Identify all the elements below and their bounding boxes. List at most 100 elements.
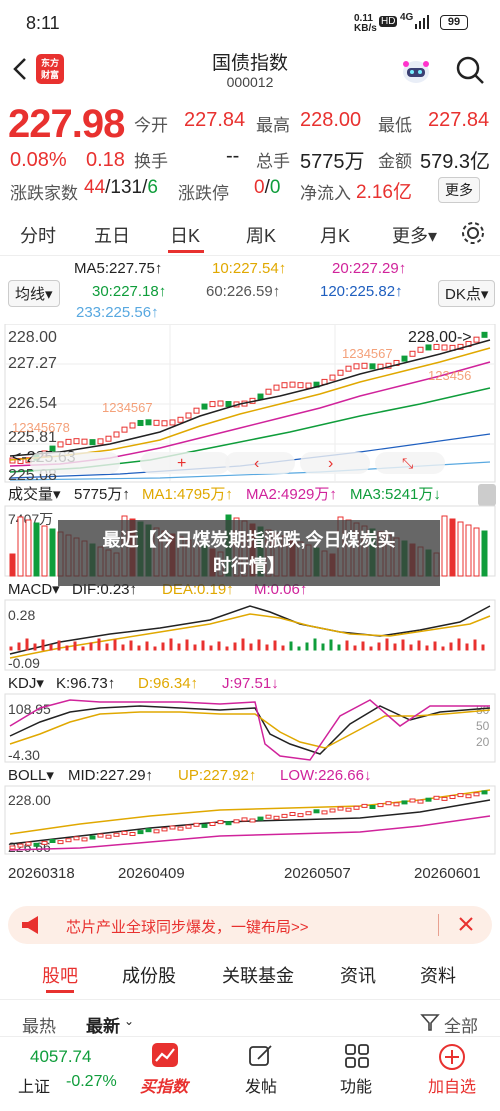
more-button[interactable]: 更多: [438, 177, 480, 203]
date-label: 20260409: [118, 865, 185, 882]
volume-select[interactable]: 成交量▾: [8, 485, 61, 503]
candle: [345, 365, 352, 372]
kdj-ref-50: 50: [476, 719, 490, 733]
tab-intraday[interactable]: 分时: [20, 222, 56, 248]
collapse-side-button[interactable]: [478, 484, 496, 506]
fullscreen-icon[interactable]: ⤡: [402, 455, 413, 471]
candle: [121, 426, 128, 433]
settings-gear-icon[interactable]: [460, 220, 486, 246]
filter-hot[interactable]: 最热: [22, 1012, 56, 1037]
tab-constituents[interactable]: 成份股: [122, 962, 176, 988]
macd-bar: [289, 641, 293, 651]
boll-candle: [217, 820, 224, 825]
boll-candle: [97, 833, 104, 838]
macd-bar: [33, 643, 37, 651]
tab-five-day[interactable]: 五日: [94, 222, 130, 248]
macd-bar: [345, 640, 349, 651]
tab-profile[interactable]: 资料: [420, 962, 456, 988]
post-button[interactable]: 发帖: [245, 1073, 277, 1097]
megaphone-icon: [20, 915, 46, 935]
chart-tool-button[interactable]: [300, 452, 370, 474]
filter-all[interactable]: 全部: [444, 1012, 478, 1037]
candle: [361, 362, 368, 369]
boll-candle: [305, 811, 312, 816]
limit-up: 0: [254, 177, 265, 198]
zoom-in-icon[interactable]: +: [177, 455, 186, 472]
macd-bar: [473, 639, 477, 651]
robot-assistant-icon[interactable]: [398, 52, 434, 88]
change-value: 0.18: [86, 149, 125, 171]
promo-banner[interactable]: 芯片产业全球同步爆发，一键布局>>: [8, 906, 492, 944]
grid-menu-icon[interactable]: [344, 1043, 370, 1069]
candle: [409, 350, 416, 357]
chart-up-icon[interactable]: [152, 1043, 178, 1067]
index-name[interactable]: 上证: [18, 1073, 50, 1097]
amount-label: 金额: [378, 152, 412, 171]
add-icon[interactable]: [438, 1043, 466, 1071]
filter-new[interactable]: 最新: [86, 1012, 120, 1037]
macd-bar: [369, 646, 373, 651]
vol-ma2-label: MA2:4929万↑: [246, 486, 337, 503]
macd-bar: [97, 638, 101, 651]
macd-bar: [441, 646, 445, 651]
macd-bar: [329, 639, 333, 651]
scroll-right-icon[interactable]: ›: [328, 455, 333, 472]
buy-index-button[interactable]: 买指数: [140, 1073, 188, 1097]
macd-bar: [353, 645, 357, 651]
news-overlay[interactable]: 最近【今日煤炭期指涨跌,今日煤炭实 时行情】: [58, 520, 440, 586]
ma-type-select[interactable]: 均线▾: [8, 280, 60, 307]
kdj-d-label: D:96.34↑: [138, 675, 198, 692]
period-tabs: 分时 五日 日K 周K 月K 更多▾: [0, 210, 500, 256]
boll-candle: [145, 828, 152, 833]
breadth-values: 44/131/6: [84, 177, 158, 198]
macd-bar: [9, 646, 13, 651]
candle: [193, 407, 200, 414]
tab-more[interactable]: 更多▾: [392, 222, 437, 248]
boll-candle: [465, 794, 472, 799]
volume-bar: [33, 522, 40, 577]
boll-candles: [9, 790, 488, 850]
macd-bar: [137, 645, 141, 651]
kdj-select[interactable]: KDJ▾: [8, 675, 44, 692]
add-watchlist-button[interactable]: 加自选: [428, 1073, 476, 1097]
kline-chart[interactable]: 228.00 227.27 226.54 225.81 225.08 <-225…: [0, 324, 500, 896]
tab-daily-k[interactable]: 日K: [170, 222, 200, 248]
macd-bar: [465, 643, 469, 651]
filter-icon[interactable]: [420, 1012, 440, 1032]
limit-values: 0/0: [254, 177, 281, 198]
macd-bar: [185, 639, 189, 651]
functions-button[interactable]: 功能: [340, 1073, 372, 1097]
boll-candle: [273, 815, 280, 820]
macd-bar: [313, 638, 317, 651]
boll-candle: [385, 801, 392, 806]
date-label: 20260318: [8, 865, 75, 882]
macd-bar: [457, 638, 461, 651]
tab-weekly-k[interactable]: 周K: [246, 222, 276, 248]
scroll-left-icon[interactable]: ‹: [254, 455, 259, 472]
ma60-label: 60:226.59↑: [206, 283, 281, 300]
boll-candle: [265, 814, 272, 819]
candle: [57, 441, 64, 448]
macd-select[interactable]: MACD▾: [8, 581, 60, 598]
tab-monthly-k[interactable]: 月K: [320, 222, 350, 248]
boll-select[interactable]: BOLL▾: [8, 767, 54, 784]
close-icon[interactable]: [456, 914, 476, 934]
tab-news[interactable]: 资讯: [340, 962, 376, 988]
macd-bar: [449, 642, 453, 651]
macd-y-top: 0.28: [8, 607, 35, 623]
candle: [129, 422, 136, 429]
tab-related-funds[interactable]: 关联基金: [222, 962, 294, 988]
banner-text: 芯片产业全球同步爆发，一键布局>>: [66, 919, 309, 936]
dk-point-select[interactable]: DK点▾: [438, 280, 496, 307]
chart-tool-button[interactable]: [225, 452, 295, 474]
candle: [185, 412, 192, 419]
search-icon[interactable]: [454, 54, 486, 86]
boll-candle: [193, 822, 200, 827]
macd-bar: [113, 639, 117, 651]
tab-forum[interactable]: 股吧: [42, 962, 78, 988]
kdj-ref-20: 20: [476, 735, 490, 749]
candle: [209, 401, 216, 408]
chart-tool-button[interactable]: [30, 452, 120, 474]
edit-post-icon[interactable]: [248, 1043, 274, 1069]
macd-bar: [337, 644, 341, 651]
